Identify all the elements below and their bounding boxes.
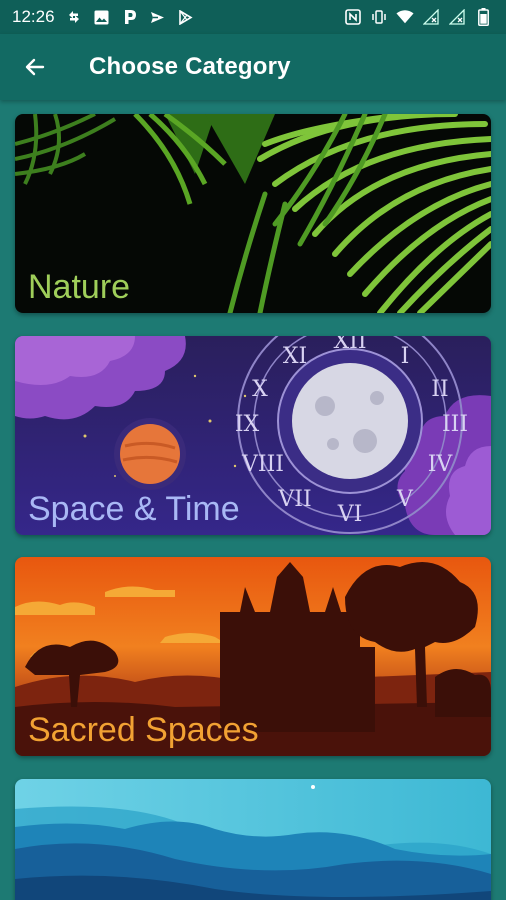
svg-text:VI: VI: [337, 502, 363, 527]
no-signal-icon: [422, 8, 440, 26]
category-label-space-time: Space & Time: [28, 490, 240, 528]
category-list[interactable]: Nature XII I II III IV V VI VII VIII IX …: [0, 100, 506, 900]
battery-icon: [474, 8, 492, 26]
wifi-icon: [396, 8, 414, 26]
svg-text:II: II: [431, 377, 448, 402]
sync-icon: [65, 8, 83, 26]
svg-text:XI: XI: [283, 344, 307, 369]
page-title: Choose Category: [89, 53, 291, 80]
play-store-icon: [177, 8, 195, 26]
back-button[interactable]: [15, 47, 55, 87]
svg-text:VIII: VIII: [241, 452, 284, 477]
pandora-icon: [121, 8, 139, 26]
vibrate-icon: [370, 8, 388, 26]
nfc-icon: [344, 8, 362, 26]
ocean-image: [15, 779, 491, 900]
svg-text:V: V: [396, 487, 414, 512]
image-icon: [93, 8, 111, 26]
category-card-nature[interactable]: Nature: [15, 114, 491, 313]
category-label-sacred-spaces: Sacred Spaces: [28, 711, 259, 749]
svg-text:VII: VII: [277, 487, 311, 512]
svg-text:IV: IV: [428, 452, 454, 477]
svg-text:XII: XII: [333, 336, 366, 354]
send-icon: [149, 8, 167, 26]
category-card-space-time[interactable]: XII I II III IV V VI VII VIII IX X XI Sp…: [15, 336, 491, 535]
category-label-nature: Nature: [28, 268, 131, 306]
svg-text:I: I: [401, 344, 410, 369]
status-right: [344, 8, 492, 26]
status-left: 12:26: [12, 7, 195, 27]
status-bar: 12:26: [0, 0, 506, 34]
category-card-ocean[interactable]: [15, 779, 491, 900]
arrow-left-icon: [25, 58, 45, 76]
svg-text:IX: IX: [235, 412, 260, 437]
category-card-sacred-spaces[interactable]: Sacred Spaces: [15, 557, 491, 756]
app-bar: Choose Category: [0, 34, 506, 100]
no-signal-icon: [448, 8, 466, 26]
status-time: 12:26: [12, 7, 55, 26]
svg-text:X: X: [252, 377, 268, 402]
svg-text:III: III: [442, 412, 468, 437]
